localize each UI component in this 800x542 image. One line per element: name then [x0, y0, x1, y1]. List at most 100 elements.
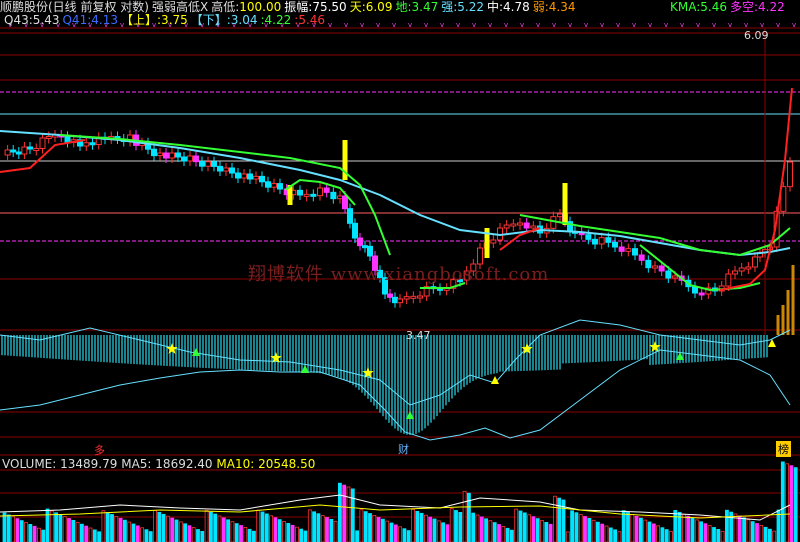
- top-tick: v: [360, 21, 364, 29]
- volume-bar: [479, 516, 484, 542]
- candle-body: [530, 225, 537, 229]
- volume-bar: [294, 526, 299, 542]
- volume-bar: [578, 514, 583, 542]
- volume-bar: [613, 529, 617, 542]
- volume-bar: [742, 517, 746, 542]
- volume-bar: [497, 524, 501, 542]
- volume-bar: [694, 519, 699, 542]
- volume-bar: [290, 524, 295, 542]
- volume-bar: [720, 530, 725, 542]
- volume-bar: [471, 512, 476, 542]
- volume-bar: [690, 517, 695, 542]
- volume-bar: [441, 522, 446, 542]
- candle-body: [517, 222, 523, 226]
- volume-bar: [41, 529, 46, 542]
- top-tick: v: [552, 21, 556, 29]
- volume-bar: [88, 527, 93, 542]
- volume-bar: [32, 525, 37, 542]
- candle-body: [187, 155, 193, 162]
- header-row-2: Q43:5.43 Q41:4.13 【上】:3.75 【下】:3.04:4.22:5.…: [4, 13, 328, 27]
- candle-body: [39, 137, 46, 149]
- candle-body: [271, 183, 277, 188]
- volume-bar: [423, 514, 428, 542]
- candle-body: [45, 136, 52, 139]
- volume-bar: [273, 517, 278, 542]
- candle-body: [605, 237, 612, 243]
- volume-bar: [234, 523, 239, 542]
- top-tick: v: [792, 21, 796, 29]
- volume-bar: [239, 525, 243, 542]
- volume-bar: [565, 531, 570, 542]
- volume-bar: [411, 509, 415, 542]
- volume-bar: [58, 514, 63, 542]
- top-tick: v: [568, 21, 572, 29]
- candle-body: [550, 216, 557, 229]
- volume-bar: [11, 516, 16, 542]
- volume-bar: [768, 528, 772, 542]
- volume-bar: [144, 529, 149, 542]
- candle-body: [217, 165, 223, 172]
- volume-bar: [191, 527, 196, 542]
- candle-body: [10, 149, 17, 153]
- down-value: 3.04: [230, 13, 258, 27]
- header-row-1-right: KMA:5.46 多空:4.22: [670, 0, 788, 14]
- volume-bar: [329, 519, 334, 542]
- volume-bar: [105, 512, 110, 542]
- candle-highlight: [562, 183, 568, 225]
- volume-bar: [127, 521, 132, 542]
- volume-bar: [548, 523, 553, 542]
- volume-bar: [153, 510, 157, 542]
- candle-body: [357, 237, 363, 247]
- top-tick: v: [520, 21, 524, 29]
- volume-bar: [67, 518, 71, 542]
- volume-bar: [174, 519, 179, 542]
- volume-bar: [282, 521, 286, 542]
- volume-bar: [372, 515, 377, 542]
- candle-body: [592, 238, 598, 245]
- volume-bar: [6, 514, 11, 542]
- volume-bar: [458, 512, 463, 542]
- volume-bar: [84, 525, 89, 542]
- ma10-value: 20548.50: [258, 457, 316, 471]
- ruo-label: 弱:: [532, 0, 549, 14]
- volume-bar: [260, 511, 265, 542]
- volume-bar: [398, 526, 403, 542]
- volume-bar: [682, 513, 686, 542]
- candle-body: [665, 270, 672, 279]
- candle-body: [205, 161, 211, 167]
- volume-bar: [750, 521, 755, 542]
- volume-bar: [226, 519, 231, 542]
- volume-bar: [522, 512, 527, 542]
- volume-bar: [54, 512, 58, 542]
- volume-bar: [707, 525, 712, 542]
- volume-bar: [432, 518, 437, 542]
- volume-bar: [475, 514, 480, 542]
- candle-body: [259, 175, 265, 183]
- top-tick: v: [664, 21, 668, 29]
- tag-middle: 财: [398, 443, 409, 456]
- volume-bar: [583, 516, 587, 542]
- volume-bar: [269, 515, 274, 542]
- ma10-label: MA10:: [216, 457, 255, 471]
- volume-bar: [221, 517, 226, 542]
- volume-bar: [187, 525, 192, 542]
- di-value: 3.47: [411, 0, 439, 14]
- volume-bar: [148, 531, 153, 542]
- top-tick: v: [328, 21, 332, 29]
- ruo-value: 4.34: [548, 0, 576, 14]
- candle-body: [175, 152, 181, 158]
- volume-bar: [600, 523, 605, 542]
- volume-bar: [393, 524, 398, 542]
- volume-bar: [170, 517, 175, 542]
- volume-bar: [755, 523, 759, 542]
- volume-bar: [376, 516, 381, 542]
- volume-bar: [544, 522, 549, 542]
- volume-bar: [208, 511, 213, 542]
- volume-bar: [101, 510, 106, 542]
- volume-bar: [660, 527, 665, 542]
- volume-bar: [277, 519, 282, 542]
- candle-body: [235, 172, 241, 179]
- signal-triangle: [192, 348, 200, 356]
- candle-body: [752, 256, 758, 268]
- volume-bar: [639, 517, 643, 542]
